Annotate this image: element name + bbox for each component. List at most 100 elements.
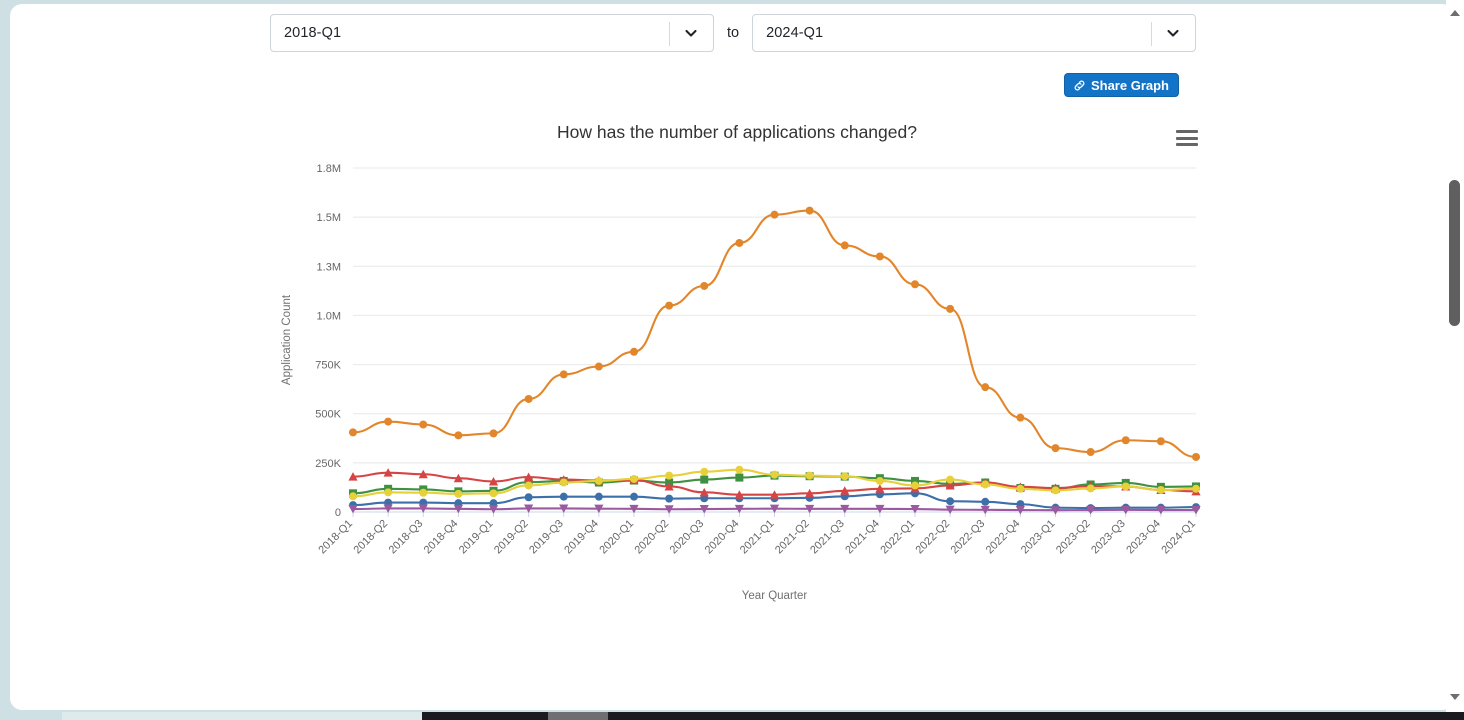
y-axis-tick-label: 1.0M [317, 310, 341, 322]
series-point [1051, 486, 1060, 495]
scroll-down-arrow-icon[interactable] [1446, 688, 1464, 706]
series-point [524, 481, 533, 490]
series-point [665, 301, 674, 310]
x-axis-tick-label: 2020-Q1 [597, 518, 636, 557]
series-point [559, 492, 568, 501]
series-point [1086, 448, 1095, 457]
series-point [1016, 413, 1025, 422]
end-quarter-value: 2024-Q1 [766, 25, 824, 41]
series-point [911, 280, 919, 289]
series-point [1086, 484, 1095, 493]
series-point [805, 471, 814, 480]
scrollbar-thumb[interactable] [1449, 180, 1460, 326]
series-point [911, 481, 919, 490]
x-axis-tick-label: 2020-Q2 [632, 518, 671, 557]
series-point [489, 489, 498, 498]
series-point [454, 489, 463, 498]
series-point [770, 210, 779, 219]
series-point [770, 470, 779, 479]
x-axis-tick-label: 2019-Q4 [562, 518, 601, 557]
series-point [1051, 444, 1060, 453]
x-axis-tick-label: 2022-Q2 [913, 518, 952, 557]
series-point [524, 493, 533, 502]
x-axis-tick-label: 2023-Q3 [1089, 518, 1128, 557]
series-point [594, 492, 603, 501]
x-axis-tick-label: 2022-Q4 [984, 518, 1023, 557]
series-point [1016, 484, 1025, 493]
scroll-up-arrow-icon[interactable] [1446, 4, 1464, 22]
page-panel: 2018-Q1 to 2024-Q1 Share Graph How has t… [10, 4, 1454, 710]
chevron-down-icon [683, 25, 699, 41]
series-point [700, 281, 709, 290]
series-point [559, 478, 568, 487]
series-point [840, 241, 849, 250]
y-axis-tick-label: 0 [335, 507, 341, 519]
taskbar-strip [0, 712, 1464, 720]
x-axis-tick-label: 2023-Q1 [1019, 518, 1058, 557]
series-point [630, 474, 638, 483]
x-axis-tick-label: 2023-Q4 [1124, 518, 1163, 557]
y-axis-title: Application Count [281, 294, 293, 385]
x-axis-tick-label: 2018-Q3 [387, 518, 426, 557]
y-axis-tick-label: 1.3M [317, 261, 341, 273]
series-point [630, 492, 638, 501]
applications-chart: How has the number of applications chang… [268, 104, 1206, 694]
series-point [384, 488, 393, 497]
series-point [1156, 437, 1165, 446]
y-axis-tick-label: 750K [315, 360, 341, 372]
series-point [665, 494, 674, 503]
select-divider [1151, 22, 1153, 46]
series-point [419, 420, 428, 429]
series-point [735, 473, 744, 482]
series-point [700, 475, 709, 484]
series-point [630, 347, 638, 356]
x-axis-tick-label: 2021-Q4 [843, 518, 882, 557]
x-axis-tick-label: 2022-Q1 [878, 518, 917, 557]
series-point [349, 492, 357, 501]
series-point [384, 417, 393, 426]
series-point [805, 206, 814, 215]
series-point [981, 480, 990, 489]
start-quarter-value: 2018-Q1 [284, 25, 342, 41]
series-point [594, 362, 603, 371]
select-divider [669, 22, 670, 46]
x-axis-tick-label: 2023-Q2 [1054, 518, 1093, 557]
end-quarter-select[interactable]: 2024-Q1 [752, 14, 1197, 52]
series-point [946, 497, 955, 506]
scrollbar-track[interactable] [1446, 22, 1464, 690]
series-point [946, 475, 955, 484]
x-axis-tick-label: 2020-Q3 [668, 518, 707, 557]
series-point [875, 252, 884, 261]
to-label: to [727, 25, 740, 41]
series-point [735, 465, 744, 474]
series-point [981, 497, 990, 506]
y-axis-tick-label: 1.8M [317, 163, 341, 175]
series-point [1156, 485, 1165, 494]
date-range-controls: 2018-Q1 to 2024-Q1 [270, 14, 1197, 52]
app-root: 2018-Q1 to 2024-Q1 Share Graph How has t… [0, 0, 1464, 720]
x-axis-tick-label: 2018-Q1 [316, 518, 355, 557]
series-point [1192, 484, 1200, 493]
chart-plot-area: 0 250K 500K 750K 1.0M 1.3M 1.5M 1.8M Application… [281, 163, 1201, 602]
x-axis-tick-label: 2021-Q1 [738, 518, 777, 557]
series-point [349, 428, 357, 437]
series-point [1121, 482, 1130, 491]
x-axis-tick-label: 2022-Q3 [949, 518, 988, 557]
x-axis-tick-label: 2018-Q2 [351, 518, 390, 557]
y-axis-tick-label: 250K [315, 458, 341, 470]
y-axis-tick-label: 500K [315, 409, 341, 421]
series-point [489, 429, 498, 438]
series-point [559, 370, 568, 379]
series-point [419, 488, 428, 497]
series-point [524, 394, 533, 403]
series-point [735, 238, 744, 247]
series-point [665, 471, 674, 480]
x-axis-tick-label: 2018-Q4 [422, 518, 461, 557]
share-graph-label: Share Graph [1090, 77, 1169, 93]
series-point [981, 383, 990, 392]
start-quarter-select[interactable]: 2018-Q1 [270, 14, 714, 52]
x-axis-tick-label: 2019-Q2 [492, 518, 531, 557]
series-point [1192, 452, 1200, 461]
vertical-scrollbar[interactable] [1446, 0, 1464, 720]
share-graph-button[interactable]: Share Graph [1063, 73, 1179, 97]
